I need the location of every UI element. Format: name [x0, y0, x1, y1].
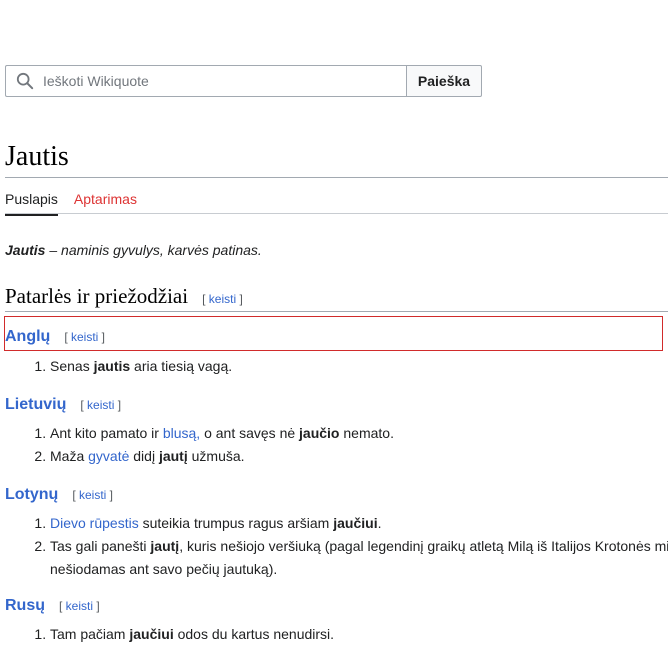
quote-item: Tas gali panešti jautį, kuris nešiojo ve… [50, 535, 668, 581]
subsection-edit: [ keisti ] [80, 398, 121, 412]
edit-bracket-close: ] [98, 330, 106, 344]
subsection-edit-link[interactable]: keisti [71, 330, 98, 344]
quote-text: odos du kartus nenudirsi. [173, 626, 335, 642]
quote-keyword: jaučio [299, 425, 340, 441]
subsection-title: Lotynų [5, 486, 59, 503]
edit-bracket-close: ] [236, 292, 243, 306]
quote-item: Ant kito pamato ir blusą, o ant savęs nė… [50, 422, 668, 445]
quote-keyword: jaučiui [129, 626, 174, 642]
subsection-edit-link[interactable]: keisti [66, 599, 93, 613]
quote-item: Maža gyvatė didį jautį užmuša. [50, 445, 668, 468]
subsection-edit: [ keisti ] [72, 488, 113, 502]
subsection-heading: Anglų [ keisti ] [5, 328, 105, 346]
tabs-divider [5, 213, 668, 214]
search-icon [16, 72, 34, 90]
quote-text: aria tiesią vagą. [130, 358, 233, 374]
quote-link[interactable]: Dievo rūpestis [50, 515, 139, 531]
edit-bracket-open: [ [72, 488, 79, 502]
quote-text: Tas gali panešti [50, 538, 151, 554]
subsection-title: Anglų [5, 328, 51, 345]
quote-list: Dievo rūpestis suteikia trumpus ragus ar… [5, 512, 668, 581]
quote-keyword: jautis [93, 358, 131, 374]
edit-bracket-open: [ [80, 398, 88, 412]
quote-item: Senas jautis aria tiesią vagą. [50, 355, 668, 378]
quote-list: Tam pačiam jaučiui odos du kartus nenudi… [5, 623, 668, 646]
section-edit: [ keisti ] [202, 292, 243, 306]
subsection-edit: [ keisti ] [64, 330, 105, 344]
quote-text: Ant kito pamato ir [50, 425, 163, 441]
quote-text: nešiodamas ant savo pečių jautuką). [50, 561, 278, 577]
intro-text: Jautis – naminis gyvulys, karvės patinas… [5, 241, 262, 259]
quote-keyword: jautį [150, 538, 180, 554]
search-input[interactable] [43, 73, 383, 89]
quote-link[interactable]: gyvatė [88, 448, 129, 464]
quote-text: o ant savęs nė [200, 425, 300, 441]
quote-text: Senas [50, 358, 94, 374]
quote-text: didį [129, 448, 159, 464]
edit-bracket-open: [ [59, 599, 66, 613]
subsection-edit-link[interactable]: keisti [79, 488, 106, 502]
quote-keyword: jaučiui [333, 515, 378, 531]
quote-keyword: jautį [158, 448, 188, 464]
search-button[interactable]: Paieška [406, 65, 482, 97]
section-edit-link[interactable]: keisti [209, 292, 236, 306]
intro-term: Jautis [5, 242, 46, 258]
quote-list: Senas jautis aria tiesią vagą. [5, 355, 668, 378]
subsection-heading: Lietuvių [ keisti ] [5, 396, 121, 414]
search-box[interactable] [5, 65, 406, 97]
quote-text: , kuris nešiojo veršiuką (pagal legendin… [179, 538, 668, 554]
edit-bracket-open: [ [202, 292, 209, 306]
edit-bracket-open: [ [64, 330, 71, 344]
title-divider [5, 177, 668, 178]
quote-text: nemato. [339, 425, 394, 441]
subsection-heading: Rusų [ keisti ] [5, 597, 100, 615]
subsection-title: Rusų [5, 597, 45, 614]
quote-text: suteikia trumpus ragus aršiam [138, 515, 334, 531]
quote-text: . [377, 515, 382, 531]
section-divider [5, 311, 668, 312]
page-title: Jautis [5, 141, 69, 172]
quote-text: Maža [50, 448, 89, 464]
section-title: Patarlės ir priežodžiai [5, 284, 189, 308]
subsection-title: Lietuvių [5, 396, 67, 413]
subsection-edit-link[interactable]: keisti [87, 398, 114, 412]
subsection-heading: Lotynų [ keisti ] [5, 486, 113, 504]
quote-list: Ant kito pamato ir blusą, o ant savęs nė… [5, 422, 668, 468]
edit-bracket-close: ] [93, 599, 100, 613]
quote-item: Tam pačiam jaučiui odos du kartus nenudi… [50, 623, 668, 646]
quote-text: Tam pačiam [50, 626, 130, 642]
edit-bracket-close: ] [114, 398, 122, 412]
section-heading: Patarlės ir priežodžiai [ keisti ] [5, 284, 243, 309]
quote-text: užmuša. [187, 448, 245, 464]
quote-link[interactable]: blusą, [163, 425, 200, 441]
quote-item: Dievo rūpestis suteikia trumpus ragus ar… [50, 512, 668, 535]
intro-definition: – naminis gyvulys, karvės patinas. [45, 242, 262, 258]
edit-bracket-close: ] [106, 488, 114, 502]
subsection-edit: [ keisti ] [59, 599, 100, 613]
search-form: Paieška [5, 65, 482, 97]
